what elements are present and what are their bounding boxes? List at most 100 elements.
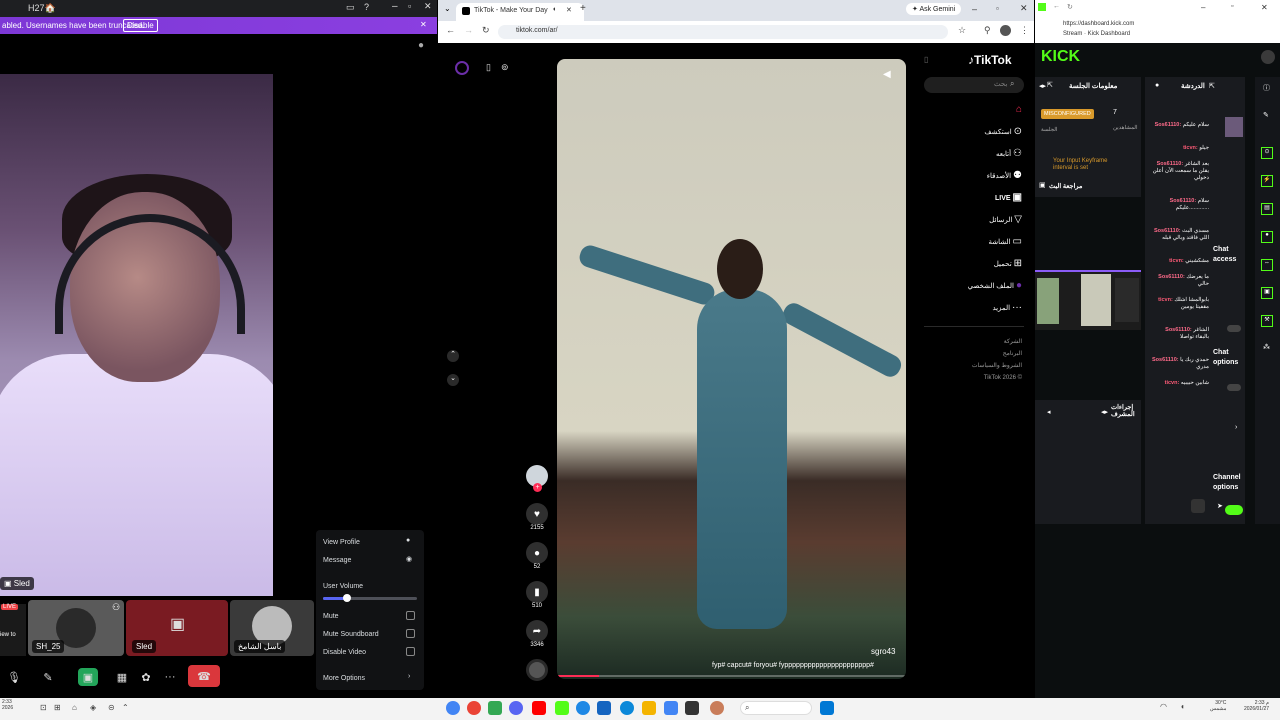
forward-icon[interactable]: → [464, 25, 473, 35]
tray-icon[interactable]: ◈ [90, 703, 96, 712]
volume-icon[interactable]: ◖ [1180, 702, 1185, 711]
close-icon[interactable]: ✕ [1261, 3, 1268, 12]
follow-plus-icon[interactable]: + [533, 483, 542, 492]
tray-icon[interactable]: ⊞ [54, 703, 61, 712]
minimize-icon[interactable]: – [1201, 3, 1205, 12]
like-action[interactable]: ♥ 2155 [525, 503, 549, 531]
back-icon[interactable]: ← [446, 25, 455, 35]
screen-share-icon[interactable]: ▣ [78, 668, 98, 686]
activities-icon[interactable]: ▦ [112, 668, 132, 686]
share-action[interactable]: ➦ 3346 [525, 620, 549, 648]
participant-tile[interactable]: ▣ Sled [126, 600, 228, 656]
participant-tile[interactable]: ⚇ SH_25 [28, 600, 124, 656]
app-icon[interactable] [488, 701, 502, 715]
emote-button[interactable] [1191, 499, 1205, 513]
edge-icon[interactable] [620, 701, 634, 715]
edit-icon[interactable]: ✎ [1263, 111, 1269, 119]
disable-video-item[interactable]: Disable Video [323, 649, 366, 656]
chat-access-toggle[interactable] [1227, 325, 1241, 332]
reload-icon[interactable]: ↻ [482, 25, 490, 36]
app-icon[interactable] [710, 701, 724, 715]
view-profile-item[interactable]: View Profile [323, 539, 360, 546]
chat-username[interactable]: Sos61110: [1152, 357, 1180, 363]
chat-settings-icon[interactable]: ⇱ [1209, 82, 1215, 90]
prev-video-icon[interactable]: ⌃ [447, 350, 459, 362]
profile-avatar[interactable] [1000, 25, 1011, 36]
youtube-icon[interactable] [532, 701, 546, 715]
progress-bar[interactable] [557, 675, 906, 677]
tiktok-coin-icon[interactable] [455, 61, 469, 75]
chat-username[interactable]: Sos61110: [1155, 122, 1183, 128]
chat-username[interactable]: Sos61110: [1165, 327, 1193, 333]
tool-icon[interactable]: ⚒ [1261, 315, 1273, 327]
chat-username[interactable]: Sos61110: [1157, 161, 1185, 167]
tray-icon[interactable]: ⊡ [40, 703, 47, 712]
info-icon[interactable]: ⓘ [1263, 83, 1270, 93]
sidebar-toggle-icon[interactable]: ▯ [924, 55, 928, 64]
review-stream-label[interactable]: مراجعة البث [1049, 182, 1082, 190]
nav-profile[interactable]: الملف الشخصي ● [938, 280, 1022, 291]
nav-upload[interactable]: تحميل ⊞ [938, 258, 1022, 269]
bookmark-icon[interactable]: ▮ [526, 581, 548, 603]
footer-link[interactable]: الشروط والسياسات [924, 360, 1022, 372]
channel-options-toggle[interactable] [1225, 505, 1243, 515]
minimize-icon[interactable]: – [972, 4, 977, 14]
chat-username[interactable]: ticvn: [1158, 297, 1174, 303]
more-options-item[interactable]: More Options [323, 675, 365, 682]
tool-icon[interactable]: ⊙ [1261, 147, 1273, 159]
soundboard-icon[interactable]: ✿ [136, 668, 156, 686]
chevron-right-icon[interactable]: › [1235, 424, 1237, 431]
close-icon[interactable]: ✕ [424, 1, 432, 12]
discord-icon[interactable] [509, 701, 523, 715]
app-icon[interactable] [576, 701, 590, 715]
chat-username[interactable]: Sos61110: [1170, 198, 1198, 204]
stream-preview[interactable] [1035, 270, 1141, 330]
nav-live[interactable]: LIVE ▣ [938, 192, 1022, 203]
participant-tile[interactable]: باسل الشامخ [230, 600, 314, 656]
comment-action[interactable]: ● 52 [525, 542, 549, 570]
tab-list-icon[interactable]: ⌄ [444, 4, 451, 13]
mute-soundboard-checkbox[interactable] [406, 629, 415, 638]
search-input[interactable]: بحث ⌕ [924, 77, 1024, 93]
video-player[interactable]: ◀︎ sgro43 fyp# capcut# foryou# fyppppppp… [557, 59, 906, 679]
creator-avatar[interactable]: + [526, 465, 548, 492]
nav-friends[interactable]: الأصدقاء ⚉ [938, 170, 1022, 181]
nav-explore[interactable]: استكشف ⊙ [938, 126, 1022, 137]
chat-username[interactable]: ticvn: [1169, 258, 1185, 264]
tool-icon[interactable]: ⇔ [1261, 259, 1273, 271]
tool-icon[interactable]: ▣ [1261, 287, 1273, 299]
message-item[interactable]: Message [323, 557, 351, 564]
disable-video-checkbox[interactable] [406, 647, 415, 656]
nav-more[interactable]: المزيد ··· [938, 302, 1022, 313]
tab-tiktok[interactable]: TikTok - Make Your Day ◖ ✕ [456, 3, 584, 21]
weather-widget[interactable]: 30°C مشمس [1210, 700, 1226, 712]
extensions-icon[interactable]: ⚲ [984, 25, 991, 36]
expand-icon[interactable]: ◂ [1047, 408, 1051, 416]
nav-activity[interactable]: الشاشة ▭ [938, 236, 1022, 247]
profile-avatar[interactable] [1261, 50, 1275, 64]
kick-app-icon[interactable] [555, 701, 569, 715]
nav-messages[interactable]: الرسائل ▽ [938, 214, 1022, 225]
share-icon[interactable]: ➦ [526, 620, 548, 642]
back-icon[interactable]: ← [1053, 3, 1060, 10]
next-video-icon[interactable]: ⌄ [447, 374, 459, 386]
wifi-icon[interactable]: ◠ [1160, 702, 1167, 711]
more-icon[interactable]: ··· [160, 668, 180, 686]
kick-url[interactable]: https://dashboard.kick.com [1063, 21, 1134, 27]
app-icon[interactable] [685, 701, 699, 715]
nav-home[interactable]: ⌂ [938, 104, 1022, 115]
start-icon[interactable] [820, 701, 834, 715]
clock[interactable]: 2:33 م 2026/01/27 [1244, 700, 1269, 712]
video-username[interactable]: sgro43 [871, 647, 895, 656]
mute-checkbox[interactable] [406, 611, 415, 620]
device-icon[interactable]: ▯ [486, 62, 491, 73]
new-tab-icon[interactable]: + [580, 3, 586, 14]
footer-link[interactable]: الشركة [924, 336, 1022, 348]
chat-bubble-icon[interactable]: ● [418, 40, 424, 51]
tool-icon[interactable]: ⚡ [1261, 175, 1273, 187]
disconnect-button[interactable]: ☎ [188, 665, 220, 687]
widgets-icon[interactable]: ⁂ [1263, 343, 1270, 351]
chat-username[interactable]: ticvn: [1165, 380, 1181, 386]
browser-icon[interactable] [467, 701, 481, 715]
minimize-icon[interactable]: – [392, 1, 398, 12]
